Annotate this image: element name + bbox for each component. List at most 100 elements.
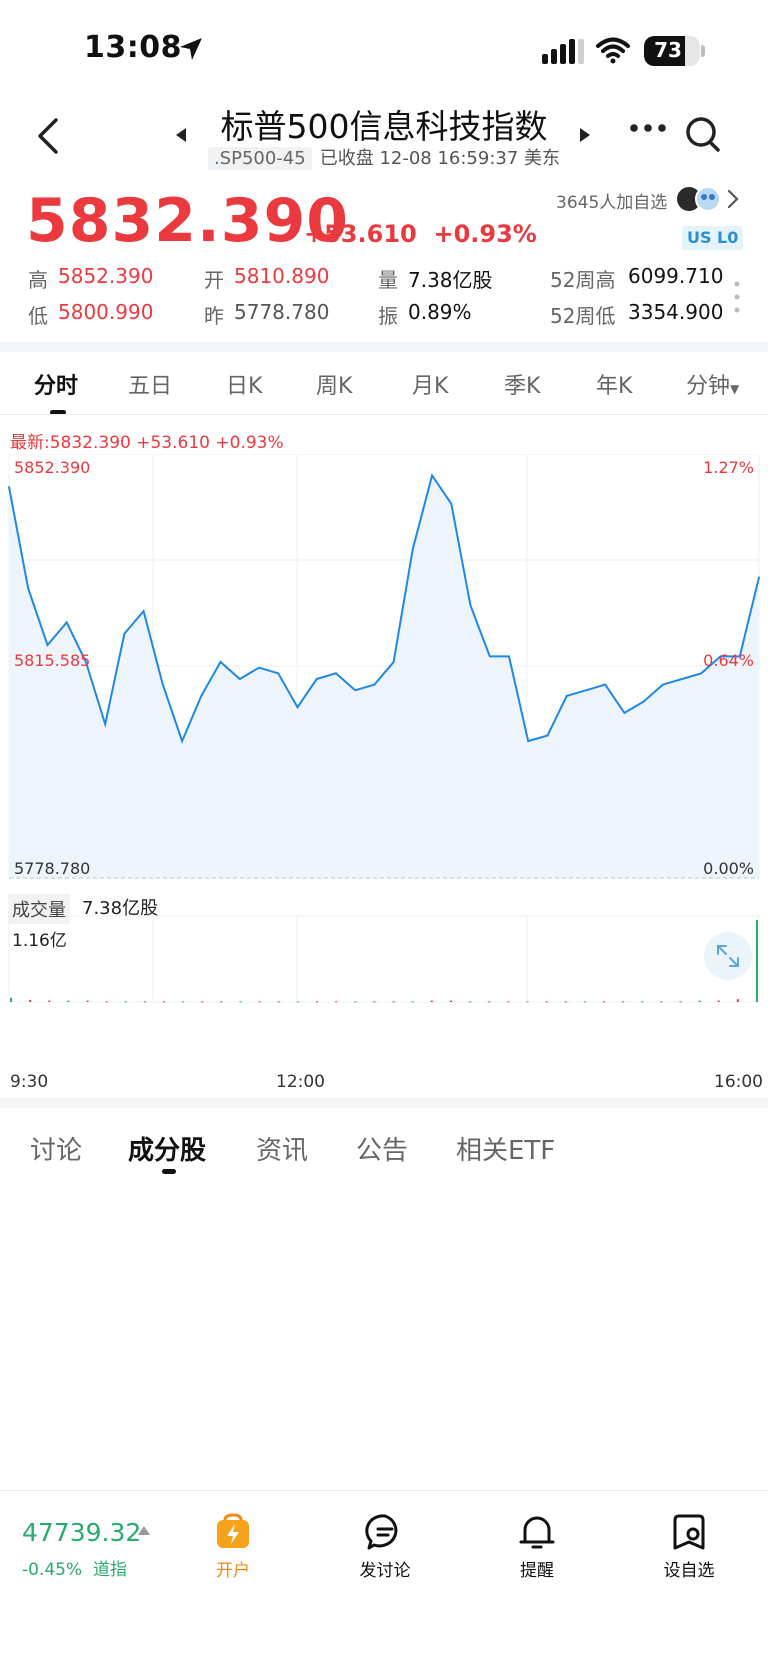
tab-quarterly-k[interactable]: 季K — [504, 368, 540, 400]
tab-related-etf[interactable]: 相关ETF — [456, 1130, 555, 1167]
volume-bar — [316, 1001, 319, 1003]
price-point — [296, 706, 299, 709]
tab-discussion[interactable]: 讨论 — [30, 1130, 82, 1167]
volume-bar — [201, 1001, 204, 1003]
chevron-right-icon[interactable] — [726, 188, 740, 210]
price-point — [277, 672, 280, 675]
price-point — [527, 740, 530, 742]
volume-bar — [220, 1001, 223, 1003]
high-label: 高 — [28, 268, 48, 292]
volume-bar — [545, 1001, 548, 1003]
price-point — [488, 655, 491, 658]
price-point — [604, 683, 606, 686]
search-icon[interactable] — [684, 114, 722, 154]
tab-announcements[interactable]: 公告 — [356, 1130, 408, 1167]
volume-bar — [756, 920, 758, 1002]
high52-value: 6099.710 — [628, 264, 724, 288]
volume-bar — [430, 1000, 433, 1002]
followers-count[interactable]: 3645人加自选 — [556, 188, 667, 213]
volume-bar — [10, 997, 12, 1002]
price-point — [508, 655, 510, 658]
post-discussion-button[interactable]: 发讨论 — [340, 1512, 430, 1581]
intraday-chart[interactable]: 5852.390 5815.585 5778.780 1.27% 0.64% 0… — [0, 454, 768, 1074]
volume-bar — [335, 1001, 338, 1003]
volume-bar — [526, 1001, 529, 1003]
open-label: 开 — [204, 268, 224, 292]
x-axis-end-label: 16:00 — [714, 1072, 763, 1092]
volume-tag: 成交量 — [8, 894, 70, 924]
more-icon[interactable] — [628, 120, 668, 136]
volume-bar — [258, 1001, 261, 1003]
expand-icon — [717, 945, 739, 967]
volume-total: 7.38亿股 — [82, 898, 159, 919]
section-divider-2 — [0, 1098, 768, 1108]
price-point — [469, 604, 472, 607]
dow-index-change[interactable]: -0.45% 道指 — [22, 1555, 127, 1580]
price-point — [46, 644, 49, 646]
price-point — [181, 740, 183, 742]
cellular-signal-icon — [542, 39, 584, 64]
previous-index-button[interactable] — [176, 128, 186, 142]
price-point — [373, 683, 376, 686]
price-point — [104, 723, 106, 725]
volume-label: 量 — [378, 268, 398, 292]
low52-value: 3354.900 — [628, 300, 724, 324]
volume-bar — [182, 1001, 185, 1003]
price-point — [354, 689, 356, 692]
open-value: 5810.890 — [234, 264, 330, 288]
price-point — [681, 678, 683, 680]
volume-bar — [296, 1001, 299, 1003]
page-title: 标普500信息科技指数 — [220, 107, 548, 146]
volume-bar — [67, 1000, 70, 1002]
price-point — [65, 621, 68, 624]
tab-monthly-k[interactable]: 月K — [412, 368, 448, 400]
ticker-code: .SP500-45 — [207, 147, 312, 170]
tab-yearly-k[interactable]: 年K — [596, 368, 632, 400]
add-watchlist-label: 设自选 — [663, 1561, 715, 1581]
volume-bar — [411, 1001, 414, 1003]
volume-bar — [564, 1001, 567, 1003]
price-point — [412, 548, 414, 550]
lightning-bag-icon — [217, 1513, 249, 1548]
tab-intraday[interactable]: 分时 — [34, 368, 78, 400]
alert-button[interactable]: 提醒 — [492, 1512, 582, 1581]
price-point — [623, 712, 626, 714]
high-value: 5852.390 — [58, 264, 154, 288]
pct-axis-mid-label: 0.64% — [703, 651, 754, 670]
prev-close-value: 5778.780 — [234, 300, 330, 324]
y-axis-mid-label: 5815.585 — [14, 651, 90, 670]
price-point — [162, 683, 164, 686]
volume-bar — [488, 1001, 491, 1003]
tab-news[interactable]: 资讯 — [256, 1130, 308, 1167]
dow-index-value[interactable]: 47739.32 — [22, 1518, 141, 1547]
section-divider — [0, 342, 768, 352]
expand-chart-button[interactable] — [704, 932, 752, 980]
price-point — [642, 700, 645, 703]
bottom-tab-indicator — [162, 1169, 176, 1174]
price-point — [392, 661, 395, 663]
more-stats-icon[interactable] — [734, 280, 740, 314]
add-watchlist-button[interactable]: 设自选 — [644, 1512, 734, 1581]
tab-five-day[interactable]: 五日 — [128, 368, 172, 400]
back-button[interactable] — [34, 116, 64, 156]
wifi-icon — [596, 37, 630, 64]
next-index-button[interactable] — [580, 128, 590, 142]
tab-minute-label: 分钟 — [686, 374, 731, 399]
volume-max-label: 1.16亿 — [12, 931, 67, 951]
volume-bar — [354, 1001, 357, 1003]
tab-constituents[interactable]: 成分股 — [128, 1130, 206, 1167]
tab-daily-k[interactable]: 日K — [226, 368, 262, 400]
volume-bar — [29, 999, 32, 1002]
price-point — [335, 672, 337, 675]
open-account-button[interactable]: 开户 — [188, 1512, 278, 1581]
price-point — [315, 678, 318, 680]
volume-bar — [124, 1001, 127, 1003]
tab-weekly-k[interactable]: 周K — [316, 368, 352, 400]
battery-cap — [701, 45, 705, 57]
level-badge: L0 — [712, 226, 744, 250]
change-percent: +0.93% — [433, 220, 537, 248]
price-point — [738, 655, 741, 658]
tab-minute[interactable]: 分钟▼ — [686, 368, 739, 400]
price-point — [700, 672, 703, 675]
pct-axis-top-label: 1.27% — [703, 458, 754, 477]
